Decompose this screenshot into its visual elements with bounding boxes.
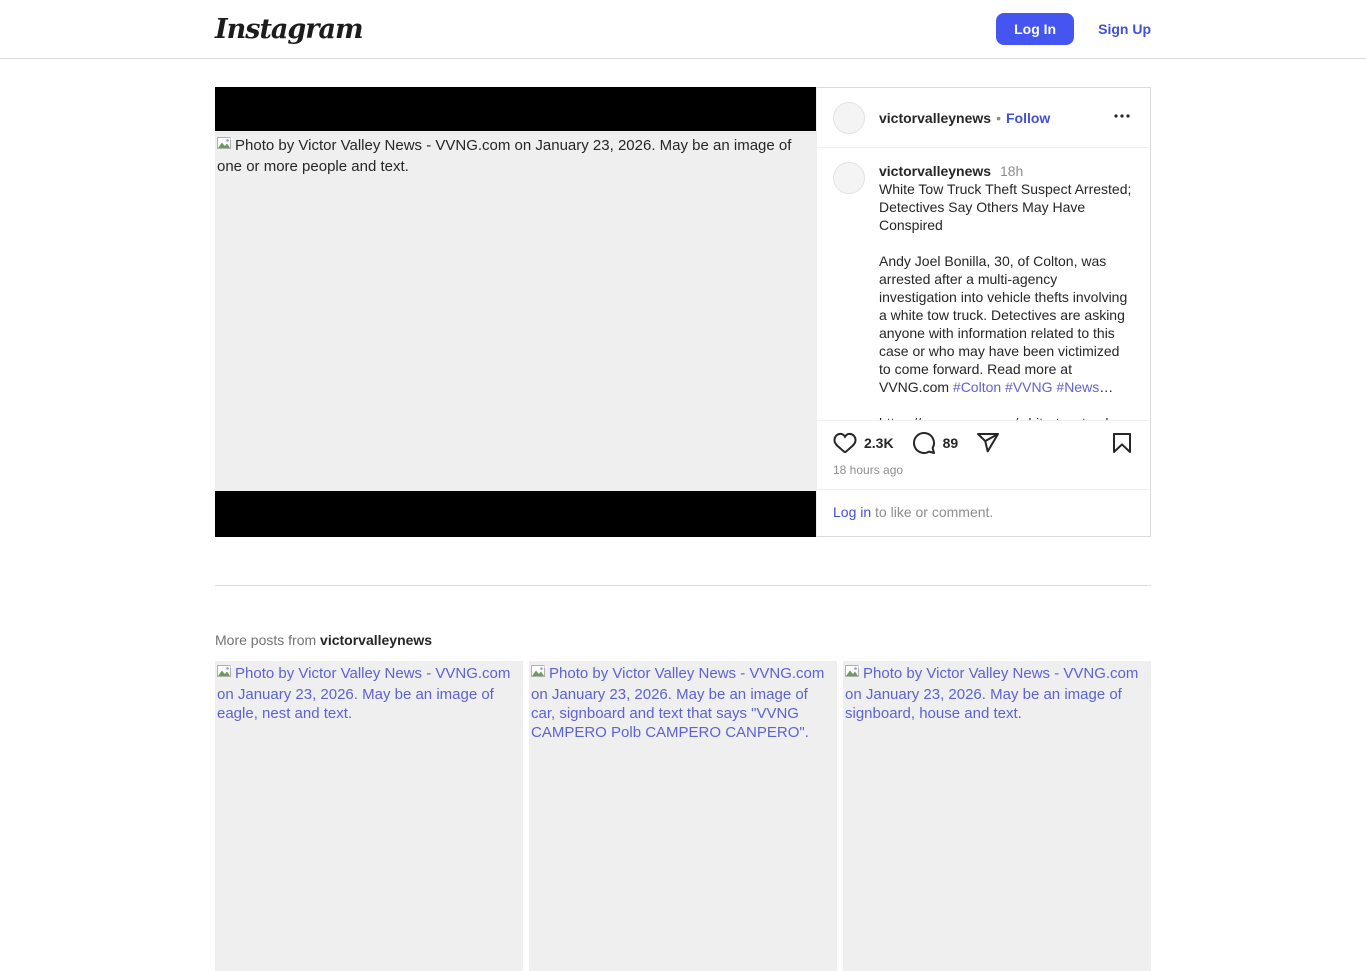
caption-text: Andy Joel Bonilla, 30, of Colton, was ar…: [879, 253, 1128, 395]
bookmark-icon: [1110, 431, 1134, 455]
ellipsis-icon: [1110, 104, 1134, 131]
post-header: victorvalleynews • Follow: [817, 88, 1150, 148]
broken-image-icon: [217, 664, 233, 685]
like-group: 2.3K: [833, 431, 894, 455]
post-image-alt-text: Photo by Victor Valley News - VVNG.com o…: [217, 137, 792, 175]
sign-up-link[interactable]: Sign Up: [1098, 21, 1151, 37]
instagram-logo[interactable]: Instagram: [215, 14, 364, 45]
post-actions-section: 2.3K 89 18 hours ago Log in to like or c…: [817, 420, 1150, 536]
broken-image-icon: [531, 664, 547, 685]
share-group: [976, 431, 1000, 455]
thumbnail-alt-text: Photo by Victor Valley News - VVNG.com o…: [845, 665, 1139, 722]
caption-title: White Tow Truck Theft Suspect Arrested; …: [879, 181, 1132, 233]
post-media: Photo by Victor Valley News - VVNG.com o…: [215, 87, 816, 537]
follow-link[interactable]: Follow: [1006, 110, 1050, 126]
caption-body: victorvalleynews 18h White Tow Truck The…: [879, 162, 1134, 420]
post-card: Photo by Victor Valley News - VVNG.com o…: [215, 87, 1151, 537]
post-sidebar: victorvalleynews • Follow victorvalleyne…: [816, 87, 1151, 537]
caption-avatar[interactable]: [833, 162, 865, 194]
thumbnail-post-1[interactable]: Photo by Victor Valley News - VVNG.com o…: [215, 661, 523, 971]
thumbnail-alt-text: Photo by Victor Valley News - VVNG.com o…: [531, 665, 825, 741]
broken-image-icon: [845, 664, 861, 685]
main-content: Photo by Victor Valley News - VVNG.com o…: [215, 87, 1151, 971]
avatar[interactable]: [833, 101, 865, 134]
thumbnail-post-2[interactable]: Photo by Victor Valley News - VVNG.com o…: [529, 661, 837, 971]
login-prompt: Log in to like or comment.: [817, 489, 1150, 536]
caption-head: victorvalleynews 18h: [879, 162, 1134, 180]
caption-hashtags[interactable]: #Colton #VVNG #News: [953, 379, 1099, 395]
caption-area: victorvalleynews 18h White Tow Truck The…: [817, 148, 1150, 420]
broken-image-icon: [217, 136, 233, 157]
media-letterbox-top: [215, 87, 816, 131]
comment-button[interactable]: [912, 431, 936, 455]
heart-icon: [833, 431, 857, 455]
likes-count: 2.3K: [864, 435, 894, 451]
media-letterbox-bottom: [215, 491, 816, 537]
top-nav-inner: Instagram Log In Sign Up: [215, 13, 1151, 45]
share-icon: [976, 431, 1000, 455]
login-prompt-link[interactable]: Log in: [833, 504, 871, 520]
caption-more-ellipsis: …: [1099, 379, 1114, 395]
caption-time: 18h: [999, 163, 1024, 179]
like-button[interactable]: [833, 431, 857, 455]
post-image-broken: Photo by Victor Valley News - VVNG.com o…: [215, 131, 816, 181]
save-button[interactable]: [1110, 431, 1134, 455]
caption-username[interactable]: victorvalleynews: [879, 163, 991, 179]
section-divider: [215, 585, 1151, 586]
more-posts-prefix: More posts from: [215, 632, 321, 648]
more-posts-grid: Photo by Victor Valley News - VVNG.com o…: [215, 661, 1151, 971]
post-username[interactable]: victorvalleynews: [879, 110, 991, 126]
actions-row: 2.3K 89: [817, 421, 1150, 455]
comments-count: 89: [942, 435, 959, 451]
caption-row: victorvalleynews 18h White Tow Truck The…: [833, 162, 1134, 420]
thumbnail-alt-text: Photo by Victor Valley News - VVNG.com o…: [217, 665, 511, 722]
share-button[interactable]: [976, 431, 1000, 455]
post-timestamp: 18 hours ago: [833, 463, 904, 477]
more-posts-title: More posts from victorvalleynews: [215, 632, 1151, 648]
comment-group: 89: [912, 431, 959, 455]
more-posts-username[interactable]: victorvalleynews: [320, 632, 432, 648]
comment-icon: [912, 431, 936, 455]
more-options-button[interactable]: [1104, 98, 1140, 137]
thumbnail-post-3[interactable]: Photo by Victor Valley News - VVNG.com o…: [843, 661, 1151, 971]
nav-actions: Log In Sign Up: [996, 13, 1151, 45]
top-nav: Instagram Log In Sign Up: [0, 0, 1366, 59]
caption-paragraph: Andy Joel Bonilla, 30, of Colton, was ar…: [879, 252, 1134, 396]
dot-separator: •: [996, 109, 1001, 126]
log-in-button[interactable]: Log In: [996, 13, 1075, 45]
login-prompt-text: to like or comment.: [871, 504, 994, 520]
